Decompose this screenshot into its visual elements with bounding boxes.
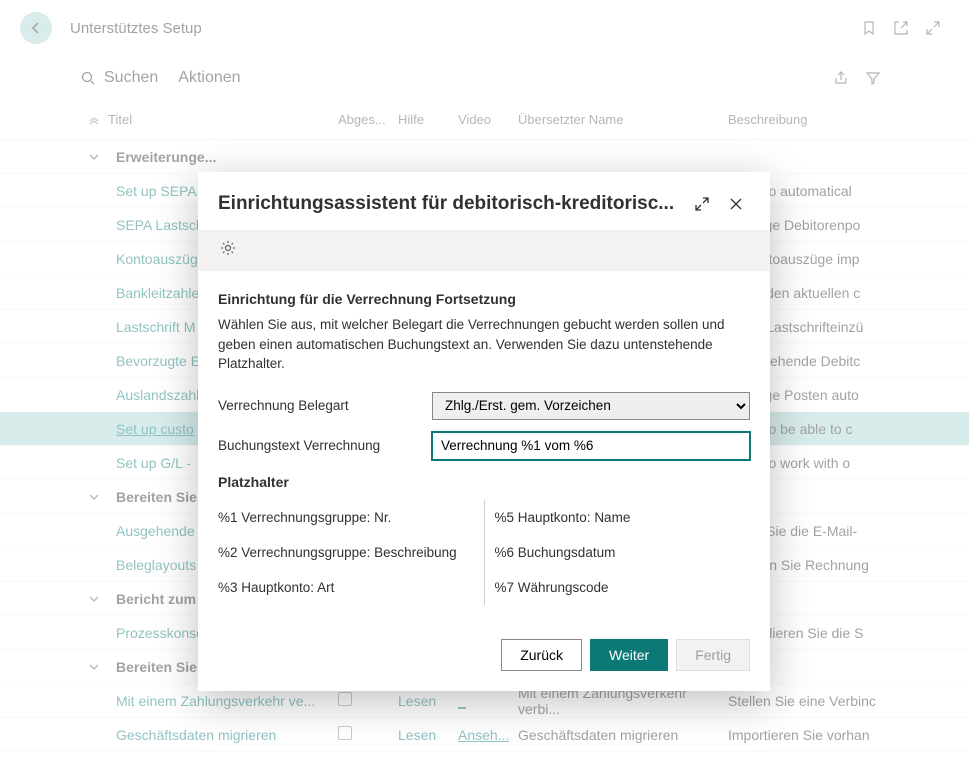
placeholder-item: %3 Hauptkonto: Art [218, 570, 474, 605]
finish-button: Fertig [676, 639, 750, 671]
placeholder-item: %7 Währungscode [495, 570, 751, 605]
search-label: Suchen [104, 69, 158, 87]
row-video[interactable]: _ [458, 693, 518, 709]
close-icon [728, 196, 744, 212]
modal-toolbar [198, 230, 770, 271]
modal-section-desc: Wählen Sie aus, mit welcher Belegart die… [218, 315, 750, 374]
placeholder-item: %6 Buchungsdatum [495, 535, 751, 570]
chevron-down-icon [88, 593, 100, 605]
share-button[interactable] [825, 62, 857, 94]
modal-title: Einrichtungsassistent für debitorisch-kr… [218, 193, 682, 215]
row-hilfe[interactable]: Lesen [398, 727, 458, 743]
bookmark-button[interactable] [853, 12, 885, 44]
modal-close-button[interactable] [722, 190, 750, 218]
group-label: Erweiterunge... [108, 149, 338, 165]
column-hilfe[interactable]: Hilfe [398, 112, 458, 127]
chevron-down-icon [88, 491, 100, 503]
collapse-all-button[interactable] [80, 114, 108, 126]
gear-icon[interactable] [218, 238, 238, 258]
popout-icon [893, 20, 909, 36]
placeholder-item: %5 Hauptkonto: Name [495, 500, 751, 535]
next-button[interactable]: Weiter [590, 639, 668, 671]
field-buchungstext-input[interactable] [432, 432, 750, 460]
search-button[interactable]: Suchen [80, 69, 158, 87]
row-uname: Geschäftsdaten migrieren [518, 727, 728, 743]
back-button[interactable] [20, 12, 52, 44]
row-title[interactable]: Mit einem Zahlungsverkehr ve... [108, 693, 338, 709]
column-uname[interactable]: Übersetzter Name [518, 112, 728, 127]
expand-button[interactable] [917, 12, 949, 44]
row-beschr: Stellen Sie eine Verbinc [728, 693, 889, 709]
search-icon [80, 70, 96, 86]
popout-button[interactable] [885, 12, 917, 44]
placeholder-item: %2 Verrechnungsgruppe: Beschreibung [218, 535, 474, 570]
placeholder-item: %1 Verrechnungsgruppe: Nr. [218, 500, 474, 535]
filter-button[interactable] [857, 62, 889, 94]
column-video[interactable]: Video [458, 112, 518, 127]
chevron-double-up-icon [88, 114, 100, 126]
filter-icon [865, 70, 881, 86]
field-belegart-label: Verrechnung Belegart [218, 398, 432, 413]
checkbox[interactable] [338, 726, 352, 740]
row-title[interactable]: Geschäftsdaten migrieren [108, 727, 338, 743]
row-hilfe[interactable]: Lesen [398, 693, 458, 709]
page-title: Unterstütztes Setup [70, 20, 202, 37]
field-buchungstext-label: Buchungstext Verrechnung [218, 438, 432, 453]
column-abges[interactable]: Abges... [338, 112, 398, 127]
column-title[interactable]: Titel [108, 112, 338, 127]
actions-button[interactable]: Aktionen [178, 69, 240, 87]
chevron-down-icon [88, 151, 100, 163]
expand-icon [694, 196, 710, 212]
row-beschr: Importieren Sie vorhan [728, 727, 889, 743]
checkbox[interactable] [338, 692, 352, 706]
field-belegart-select[interactable]: Zhlg./Erst. gem. Vorzeichen [432, 392, 750, 420]
back-button[interactable]: Zurück [501, 639, 582, 671]
modal-section-heading: Einrichtung für die Verrechnung Fortsetz… [218, 291, 750, 307]
group-row[interactable]: Erweiterunge... [0, 140, 969, 174]
table-row[interactable]: Geschäftsdaten migrierenLesenAnseh...Ges… [0, 718, 969, 752]
share-icon [833, 70, 849, 86]
arrow-left-icon [28, 20, 44, 36]
bookmark-icon [861, 20, 877, 36]
chevron-down-icon [88, 661, 100, 673]
setup-wizard-modal: Einrichtungsassistent für debitorisch-kr… [198, 172, 770, 691]
row-video[interactable]: Anseh... [458, 727, 518, 743]
actions-label: Aktionen [178, 69, 240, 86]
column-beschr[interactable]: Beschreibung [728, 112, 889, 127]
placeholder-heading: Platzhalter [218, 474, 750, 490]
expand-icon [925, 20, 941, 36]
modal-expand-button[interactable] [688, 190, 716, 218]
